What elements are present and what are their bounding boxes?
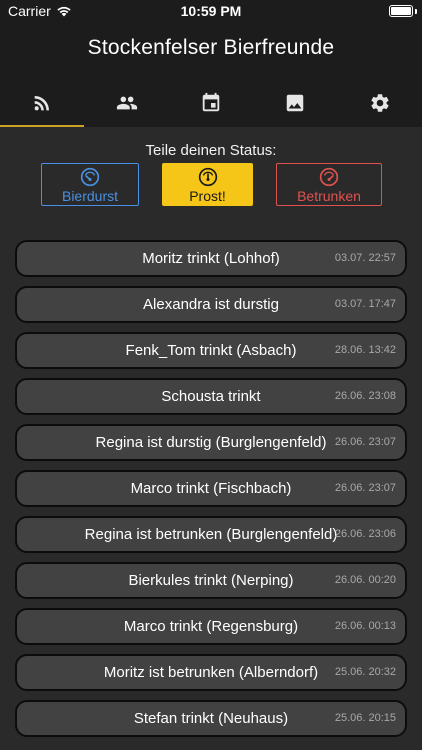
- feed-item-timestamp: 28.06. 13:42: [334, 344, 396, 356]
- image-icon: [287, 94, 304, 112]
- prost-label: Prost!: [189, 188, 226, 204]
- gauge-low-icon: [80, 167, 100, 187]
- ios-status-bar: Carrier 10:59 PM: [0, 0, 422, 24]
- battery-icon: [389, 5, 413, 17]
- gauge-high-icon: [319, 167, 339, 187]
- feed-item[interactable]: Regina ist durstig (Burglengenfeld) 26.06…: [15, 424, 407, 461]
- feed-item-timestamp: 03.07. 17:47: [334, 298, 396, 310]
- feed-item[interactable]: Marco trinkt (Regensburg) 26.06. 00:13: [15, 608, 407, 645]
- feed-item-timestamp: 26.06. 23:08: [334, 390, 396, 402]
- bierdurst-label: Bierdurst: [61, 188, 119, 204]
- tab-photos[interactable]: [253, 79, 337, 127]
- share-status-label: Teile deinen Status:: [145, 142, 277, 159]
- prost-button[interactable]: Prost!: [162, 163, 253, 206]
- battery-tip: [415, 9, 417, 14]
- people-icon: [116, 96, 137, 110]
- feed-item[interactable]: Alexandra ist durstig 03.07. 17:47: [15, 286, 407, 323]
- feed-item[interactable]: Regina ist betrunken (Burglengenfeld) 26.…: [15, 516, 407, 553]
- tab-events[interactable]: [169, 79, 253, 127]
- gear-icon: [371, 94, 389, 112]
- feed-item-timestamp: 26.06. 23:07: [334, 436, 396, 448]
- bierdurst-button[interactable]: Bierdurst: [41, 163, 139, 206]
- betrunken-button[interactable]: Betrunken: [276, 163, 382, 206]
- tab-friends[interactable]: [84, 79, 168, 127]
- feed-item[interactable]: Stefan trinkt (Neuhaus) 25.06. 20:15: [15, 700, 407, 737]
- tab-feed[interactable]: [0, 79, 84, 127]
- feed-item[interactable]: Bierkules trinkt (Nerping) 26.06. 00:20: [15, 562, 407, 599]
- feed-item[interactable]: Moritz trinkt (Lohhof) 03.07. 22:57: [15, 240, 407, 277]
- gauge-mid-icon: [198, 167, 217, 187]
- feed-item-timestamp: 03.07. 22:57: [334, 252, 396, 264]
- feed-item-timestamp: 25.06. 20:32: [334, 666, 396, 678]
- feed-item[interactable]: Fenk_Tom trinkt (Asbach) 28.06. 13:42: [15, 332, 407, 369]
- feed-item[interactable]: Moritz ist betrunken (Alberndorf) 25.06. …: [15, 654, 407, 691]
- betrunken-label: Betrunken: [297, 188, 361, 204]
- tab-settings[interactable]: [338, 79, 422, 127]
- calendar-icon: [202, 92, 220, 112]
- feed-item-timestamp: 26.06. 00:13: [334, 620, 396, 632]
- feed-item-timestamp: 26.06. 23:07: [334, 482, 396, 494]
- page-title: Stockenfelser Bierfreunde: [87, 36, 335, 59]
- feed-item-timestamp: 25.06. 20:15: [334, 712, 396, 724]
- feed-item-timestamp: 26.06. 23:06: [334, 528, 396, 540]
- active-tab-indicator: [0, 125, 84, 127]
- feed-item-timestamp: 26.06. 00:20: [334, 574, 396, 586]
- feed-item[interactable]: Marco trinkt (Fischbach) 26.06. 23:07: [15, 470, 407, 507]
- clock: 10:59 PM: [180, 3, 242, 19]
- rss-feed-icon: [34, 96, 50, 111]
- feed-item[interactable]: Schousta trinkt 26.06. 23:08: [15, 378, 407, 415]
- tab-bar: [0, 79, 422, 127]
- activity-feed: Moritz trinkt (Lohhof) 03.07. 22:57 Alexan…: [15, 240, 407, 746]
